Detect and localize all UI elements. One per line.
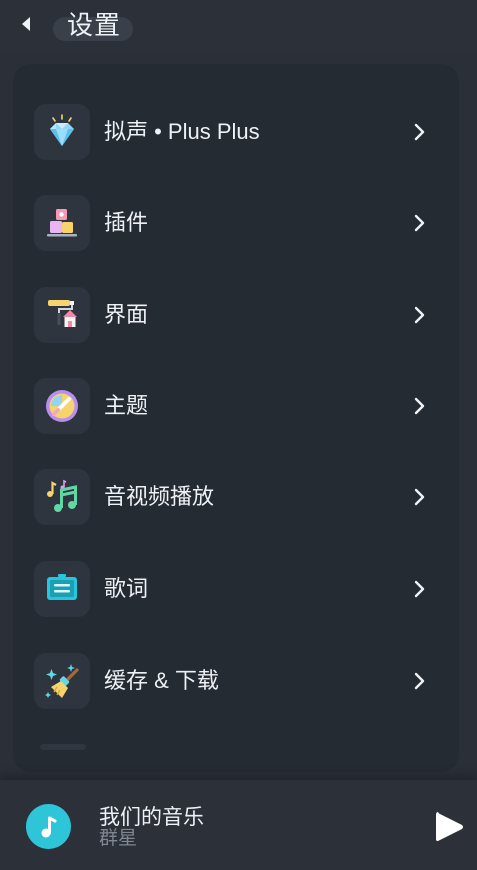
album-avatar[interactable]	[26, 804, 71, 849]
play-button[interactable]	[432, 808, 466, 846]
settings-item-playback[interactable]: 音视频播放	[13, 457, 459, 537]
settings-item-label: 缓存 & 下载	[104, 668, 219, 693]
chevron-right-icon	[411, 306, 429, 324]
settings-item-label: 界面	[104, 302, 149, 327]
chevron-right-icon	[411, 123, 429, 141]
paint-roller-house-icon	[34, 287, 90, 343]
settings-item-label: 插件	[104, 210, 149, 235]
settings-item-label: 主题	[104, 393, 149, 418]
settings-card: 拟声 • Plus Plus 插件 界面 主题 音视频播放 歌词 缓存 & 下载	[13, 64, 459, 772]
lyrics-screen-icon	[34, 561, 90, 617]
back-button[interactable]	[12, 10, 40, 38]
back-arrow-icon	[22, 17, 30, 31]
settings-item-interface[interactable]: 界面	[13, 275, 459, 355]
chevron-right-icon	[411, 397, 429, 415]
play-icon	[436, 812, 463, 841]
chevron-right-icon	[411, 672, 429, 690]
page-title: 设置	[67, 10, 122, 40]
chevron-right-icon	[411, 488, 429, 506]
blocks-icon	[34, 195, 90, 251]
settings-item-plus[interactable]: 拟声 • Plus Plus	[13, 92, 459, 172]
settings-item-theme[interactable]: 主题	[13, 366, 459, 446]
palette-icon	[34, 378, 90, 434]
header-bar: 设置	[0, 0, 477, 52]
settings-item-label: 拟声 • Plus Plus	[104, 119, 260, 144]
settings-item-cache-download[interactable]: 缓存 & 下载	[13, 641, 459, 721]
settings-item-lyrics[interactable]: 歌词	[13, 549, 459, 629]
chevron-right-icon	[411, 580, 429, 598]
settings-item-label: 音视频播放	[104, 484, 215, 509]
diamond-icon	[34, 104, 90, 160]
song-artist: 群星	[99, 828, 138, 849]
music-note-icon	[41, 816, 56, 837]
chevron-right-icon	[411, 214, 429, 232]
music-notes-icon	[34, 469, 90, 525]
mini-player[interactable]: 我们的音乐 群星	[0, 780, 477, 870]
settings-item-label: 歌词	[104, 576, 149, 601]
broom-icon	[34, 653, 90, 709]
next-item-peek	[40, 744, 86, 750]
settings-item-plugins[interactable]: 插件	[13, 183, 459, 263]
